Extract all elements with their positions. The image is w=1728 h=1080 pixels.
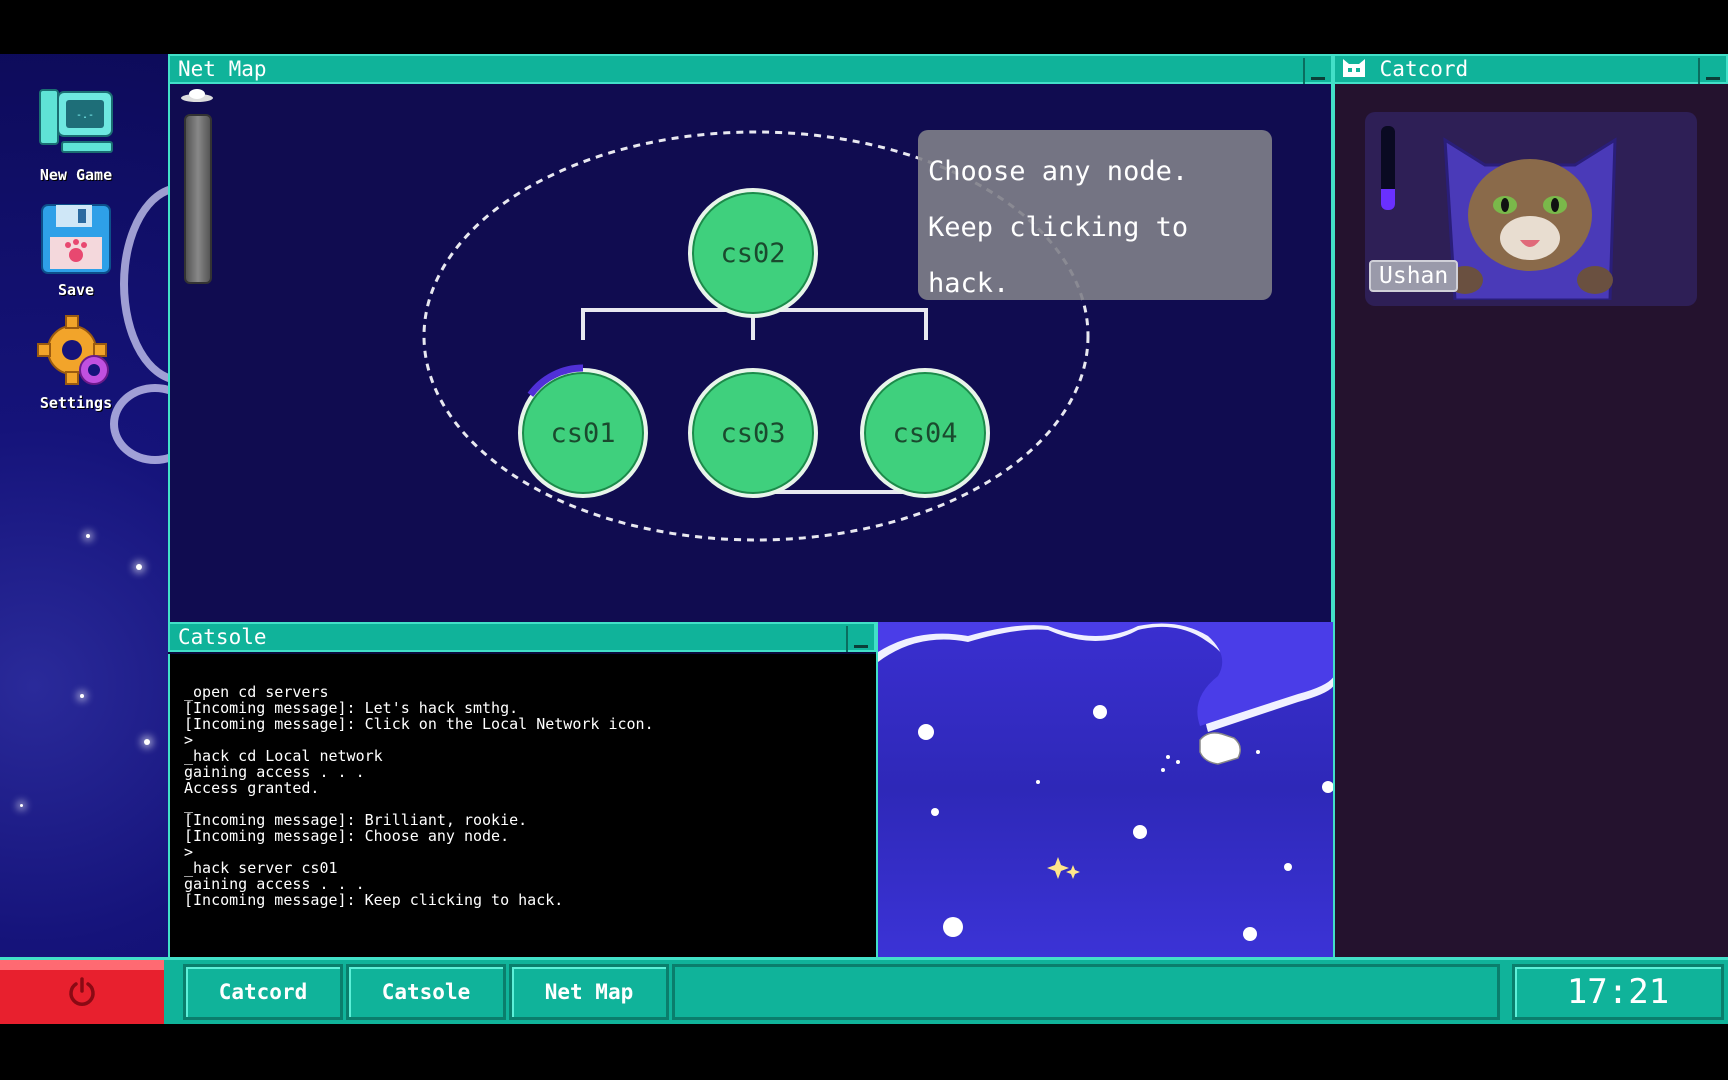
taskbar-button-catsole[interactable]: Catsole <box>346 964 506 1020</box>
hint-tooltip: Choose any node. Keep clicking to hack. <box>918 130 1272 300</box>
contact-name: Ushan <box>1369 260 1459 292</box>
catcord-window: Ushan <box>1333 84 1728 957</box>
computer-icon: -.- <box>36 84 116 164</box>
star <box>86 534 90 538</box>
taskbar-button-catcord[interactable]: Catcord <box>183 964 343 1020</box>
console-line: [Incoming message]: Choose any node. <box>184 827 510 845</box>
contact-card[interactable]: Ushan <box>1365 112 1697 306</box>
minimize-button[interactable] <box>846 626 874 652</box>
signal-meter <box>1381 126 1395 210</box>
console-output: _open cd servers [Incoming message]: Let'… <box>184 684 864 908</box>
hint-line: Choose any node. <box>928 156 1189 187</box>
star <box>136 564 142 570</box>
desktop-icon-save[interactable]: Save <box>26 199 126 299</box>
console-line: _open cd servers <box>184 683 329 701</box>
hack-progress-ring <box>527 364 584 397</box>
svg-text:-.-: -.- <box>76 110 94 121</box>
cat-avatar <box>1443 137 1617 300</box>
floppy-disk-icon <box>36 199 116 279</box>
console-line: _hack cd Local network <box>184 747 383 765</box>
node-cs02[interactable]: cs02 <box>688 188 818 318</box>
hint-line: Keep clicking to hack. <box>928 212 1189 299</box>
clock-text: 17:21 <box>1566 972 1670 1012</box>
cloud-decoration <box>878 622 1333 941</box>
desktop-icon-new-game[interactable]: -.- New Game <box>26 84 126 184</box>
desktop-icon-label: Save <box>57 281 95 299</box>
desktop-icon-label: Settings <box>39 394 113 412</box>
desktop: -.- New Game Save Settings <box>0 54 168 957</box>
power-button[interactable] <box>0 960 164 1024</box>
console-line: gaining access . . . <box>184 763 365 781</box>
catsole-titlebar[interactable]: Catsole <box>168 622 876 652</box>
console-line: [Incoming message]: Click on the Local N… <box>184 715 654 733</box>
netmap-title: Net Map <box>178 57 267 81</box>
cat-icon <box>1343 59 1365 77</box>
pointer-cursor <box>1199 732 1241 765</box>
catsole-window[interactable]: _open cd servers [Incoming message]: Let'… <box>168 654 876 957</box>
game-screen: -.- New Game Save Settings Net Map cs02 … <box>0 54 1728 1024</box>
console-line: _hack server cs01 <box>184 859 338 877</box>
netmap-window: cs02 cs01 cs03 cs04 Choose any node. Kee… <box>168 84 1333 622</box>
minimize-button[interactable] <box>1698 58 1726 84</box>
taskbar-empty-area <box>672 964 1500 1020</box>
system-clock: 17:21 <box>1512 964 1724 1020</box>
star <box>80 694 84 698</box>
taskbar-button-label: Catcord <box>218 980 308 1004</box>
catcord-titlebar[interactable]: Catcord <box>1333 54 1728 84</box>
star <box>144 739 150 745</box>
node-cs03[interactable]: cs03 <box>688 368 818 498</box>
netmap-titlebar[interactable]: Net Map <box>168 54 1333 84</box>
minimize-button[interactable] <box>1303 58 1331 84</box>
catcord-title: Catcord <box>1379 57 1469 81</box>
node-cs04[interactable]: cs04 <box>860 368 990 498</box>
desktop-icon-label: New Game <box>39 166 113 184</box>
console-line: [Incoming message]: Let's hack smthg. <box>184 699 519 717</box>
console-line: > <box>184 731 194 749</box>
taskbar: Catcord Catsole Net Map 17:21 <box>0 957 1728 1024</box>
console-line: [Incoming message]: Brilliant, rookie. <box>184 811 528 829</box>
signal-meter-fill <box>1381 189 1395 210</box>
nebula-swirl <box>120 184 168 384</box>
desktop-icon-settings[interactable]: Settings <box>26 312 126 412</box>
node-label: cs03 <box>720 417 786 449</box>
console-line: > <box>184 843 194 861</box>
taskbar-button-label: Net Map <box>544 980 634 1004</box>
gear-icon <box>36 312 116 392</box>
catsole-title: Catsole <box>178 625 267 649</box>
node-label: cs02 <box>720 237 786 269</box>
taskbar-button-netmap[interactable]: Net Map <box>509 964 669 1020</box>
node-label: cs04 <box>892 417 958 449</box>
console-line: [Incoming message]: Keep clicking to hac… <box>184 891 564 909</box>
console-line: Access granted. <box>184 779 320 797</box>
power-icon <box>69 977 95 1006</box>
console-line: _ <box>184 795 194 813</box>
taskbar-button-label: Catsole <box>381 980 471 1004</box>
scenic-background <box>876 622 1333 957</box>
console-line: gaining access . . . <box>184 875 365 893</box>
star <box>20 804 23 807</box>
